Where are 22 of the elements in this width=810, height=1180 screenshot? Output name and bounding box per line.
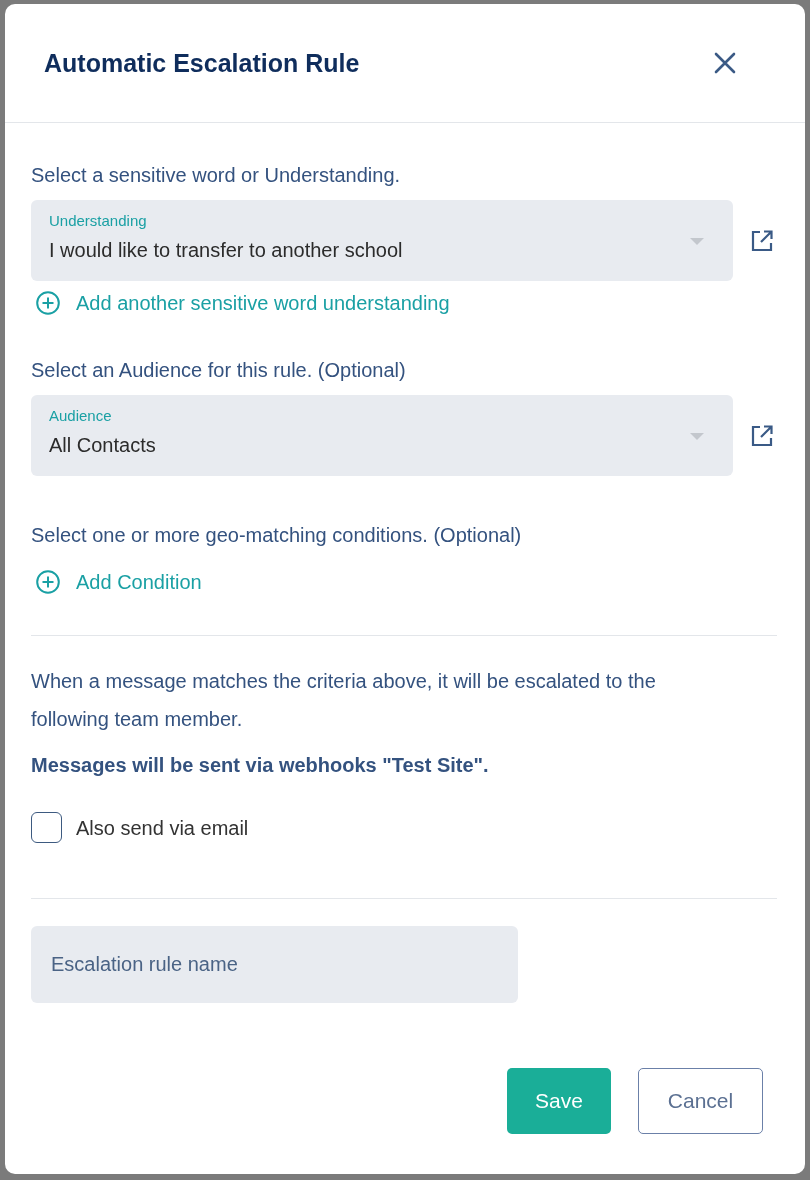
external-link-icon[interactable] [751,424,773,447]
webhook-note: Messages will be sent via webhooks "Test Site". [31,753,490,778]
audience-select[interactable]: Audience All Contacts [31,395,733,476]
cancel-button[interactable]: Cancel [638,1068,763,1134]
external-link-icon[interactable] [751,229,773,252]
checkbox-label[interactable]: Also send via email [76,813,249,842]
save-button[interactable]: Save [507,1068,611,1134]
understanding-select[interactable]: Understanding I would like to transfer to another school [31,200,733,281]
plus-circle-icon [36,570,60,594]
rule-name-field[interactable]: Escalation rule name [31,926,518,1003]
plus-circle-icon [36,291,60,315]
field-prompt: Select one or more geo-matching conditions. (Optional) [31,523,523,548]
add-link[interactable]: Add another sensitive word understanding [36,289,450,317]
caret-icon [690,238,704,245]
checkbox[interactable] [31,812,62,843]
caret-icon [690,433,704,440]
dialog-title: Automatic Escalation Rule [44,48,360,79]
description-text: When a message matches the criteria above, it will be escalated to the following team member. [31,669,657,732]
field-prompt: Select a sensitive word or Understanding. [31,163,402,188]
field-prompt: Select an Audience for this rule. (Optional) [31,358,407,383]
close-icon[interactable] [713,51,737,75]
add-link[interactable]: Add Condition [36,568,202,596]
